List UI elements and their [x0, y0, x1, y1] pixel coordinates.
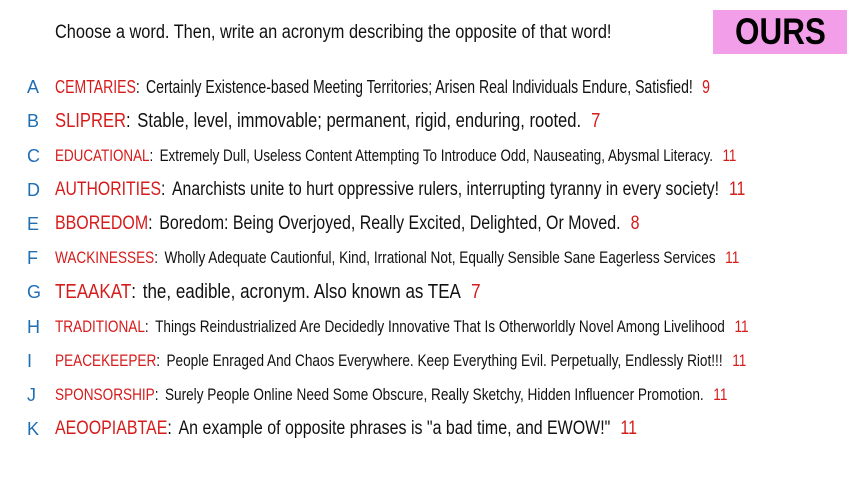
entry-description: Stable, level, immovable; permanent, rig… — [137, 109, 582, 132]
entry-description: People Enraged And Chaos Everywhere. Kee… — [166, 351, 723, 370]
entry-letter: K — [27, 418, 40, 439]
entry-word: SLIPRER — [55, 109, 127, 132]
entry-colon: : — [149, 146, 154, 165]
entry-word: PEACEKEEPER — [55, 351, 157, 370]
entry-count: 11 — [713, 385, 728, 404]
entry-content: AEOOPIABTAE: An example of opposite phras… — [55, 418, 637, 440]
entry-colon: : — [154, 385, 159, 404]
entry-colon: : — [144, 317, 149, 336]
entry-content: SLIPRER: Stable, level, immovable; perman… — [55, 110, 600, 133]
entry-word: BBOREDOM — [55, 213, 149, 234]
entry-colon: : — [161, 179, 166, 200]
entry-row: C EDUCATIONAL: Extremely Dull, Useless Con… — [27, 141, 847, 171]
entry-row: H TRADITIONAL: Things Reindustrialized Are… — [27, 312, 847, 342]
entry-description: Surely People Online Need Some Obscure, … — [164, 385, 704, 404]
entry-row: A CEMTARIES: Certainly Existence-based Mee… — [27, 72, 847, 102]
prompt-text: Choose a word. Then, write an acronym de… — [55, 22, 612, 43]
entry-row: G TEAAKAT: the, eadible, acronym. Also kno… — [27, 277, 847, 307]
entry-word: WACKINESSES — [55, 248, 155, 267]
entry-letter: I — [27, 350, 33, 371]
entry-word: TRADITIONAL — [55, 317, 145, 336]
entry-word: CEMTARIES — [55, 76, 136, 97]
entry-count: 7 — [471, 280, 481, 303]
entry-description: the, eadible, acronym. Also known as TEA — [142, 280, 461, 303]
entry-count: 11 — [732, 351, 747, 370]
entry-colon: : — [167, 418, 172, 439]
entry-content: WACKINESSES: Wholly Adequate Cautionful, … — [55, 248, 739, 268]
entry-description: Certainly Existence-based Meeting Territ… — [146, 76, 693, 97]
entry-letter: D — [27, 179, 40, 200]
entry-count: 11 — [620, 418, 637, 439]
entry-colon: : — [135, 76, 140, 97]
entry-count: 9 — [702, 76, 710, 97]
ours-badge: OURS — [713, 10, 847, 54]
entry-row: I PEACEKEEPER: People Enraged And Chaos Ev… — [27, 346, 847, 376]
entry-content: BBOREDOM: Boredom: Being Overjoyed, Reall… — [55, 213, 640, 235]
entry-colon: : — [156, 351, 161, 370]
entry-content: TEAAKAT: the, eadible, acronym. Also know… — [55, 281, 481, 304]
entry-letter: E — [27, 213, 40, 234]
entry-content: CEMTARIES: Certainly Existence-based Meet… — [55, 77, 710, 98]
entry-word: TEAAKAT — [55, 280, 132, 303]
entry-description: Extremely Dull, Useless Content Attempti… — [159, 146, 713, 165]
entry-count: 11 — [722, 146, 737, 165]
entry-letter: C — [27, 145, 40, 166]
entry-content: EDUCATIONAL: Extremely Dull, Useless Cont… — [55, 146, 736, 166]
entry-letter: J — [27, 384, 36, 405]
entry-word: SPONSORSHIP — [55, 385, 155, 404]
entry-description: Boredom: Being Overjoyed, Really Excited… — [159, 213, 621, 234]
entry-row: J SPONSORSHIP: Surely People Online Need S… — [27, 380, 847, 410]
entry-word: EDUCATIONAL — [55, 146, 150, 165]
entry-description: Things Reindustrialized Are Decidedly In… — [155, 317, 725, 336]
entry-description: Anarchists unite to hurt oppressive rule… — [172, 179, 719, 200]
entry-letter: A — [27, 76, 40, 97]
entry-colon: : — [154, 248, 159, 267]
entry-count: 8 — [630, 213, 640, 234]
entry-word: AUTHORITIES — [55, 179, 162, 200]
entry-description: An example of opposite phrases is "a bad… — [178, 418, 611, 439]
entry-letter: G — [27, 281, 42, 302]
entry-row: F WACKINESSES: Wholly Adequate Cautionful,… — [27, 243, 847, 273]
badge-label: OURS — [734, 11, 826, 52]
entry-colon: : — [131, 280, 136, 303]
entry-count: 11 — [728, 179, 746, 200]
entry-content: TRADITIONAL: Things Reindustrialized Are … — [55, 317, 749, 337]
entry-row: B SLIPRER: Stable, level, immovable; perma… — [27, 106, 847, 136]
entry-word: AEOOPIABTAE — [55, 418, 168, 439]
entry-row: K AEOOPIABTAE: An example of opposite phra… — [27, 414, 847, 444]
entry-letter: F — [27, 247, 38, 268]
entry-row: E BBOREDOM: Boredom: Being Overjoyed, Real… — [27, 209, 847, 239]
entry-count: 11 — [725, 248, 740, 267]
entry-colon: : — [148, 213, 153, 234]
entry-count: 7 — [591, 109, 601, 132]
entry-content: AUTHORITIES: Anarchists unite to hurt opp… — [55, 179, 745, 201]
entry-count: 11 — [734, 317, 749, 336]
entry-content: SPONSORSHIP: Surely People Online Need So… — [55, 385, 727, 405]
entry-description: Wholly Adequate Cautionful, Kind, Irrati… — [164, 248, 716, 267]
entry-letter: H — [27, 316, 40, 337]
entry-row: D AUTHORITIES: Anarchists unite to hurt op… — [27, 175, 847, 205]
entry-colon: : — [126, 109, 131, 132]
entry-letter: B — [27, 110, 40, 131]
entry-content: PEACEKEEPER: People Enraged And Chaos Eve… — [55, 351, 746, 371]
